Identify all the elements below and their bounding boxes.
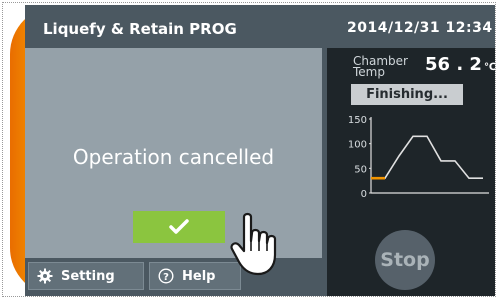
pointing-hand-icon: [230, 212, 277, 276]
status-message: Operation cancelled: [72, 145, 275, 169]
setting-label: Setting: [61, 268, 115, 284]
stop-button[interactable]: Stop: [375, 230, 435, 290]
chamber-temp-label: Chamber Temp: [353, 54, 408, 79]
y-tick-label: 100: [348, 140, 367, 151]
temperature-profile-line: [371, 135, 483, 179]
y-tick-label: 0: [361, 189, 367, 200]
status-badge: Finishing...: [351, 84, 463, 105]
setting-button[interactable]: Setting: [28, 262, 144, 290]
y-tick-label: 50: [354, 164, 367, 175]
chamber-temp-value: 56 . 2: [425, 54, 482, 75]
svg-text:?: ?: [163, 272, 169, 283]
check-icon: [169, 219, 189, 234]
question-circle-icon: ?: [158, 268, 174, 284]
confirm-button[interactable]: [133, 211, 225, 243]
temperature-profile-chart: 150 100 50 0: [348, 115, 489, 200]
device-screen: Liquefy & Retain PROG 2014/12/31 12:34 O…: [25, 5, 495, 296]
status-panel: Chamber Temp 56 . 2 ℃ Finishing... 150 100…: [327, 48, 495, 296]
help-button[interactable]: ? Help: [149, 262, 241, 290]
y-tick-label: 150: [348, 115, 367, 126]
chamber-temp-unit: ℃: [483, 62, 495, 73]
help-label: Help: [182, 268, 216, 284]
gear-icon: [37, 268, 53, 284]
datetime-display: 2014/12/31 12:34: [347, 20, 493, 36]
chamber-temp-readout: 56 . 2 ℃: [425, 54, 495, 75]
program-title: Liquefy & Retain PROG: [43, 20, 237, 38]
